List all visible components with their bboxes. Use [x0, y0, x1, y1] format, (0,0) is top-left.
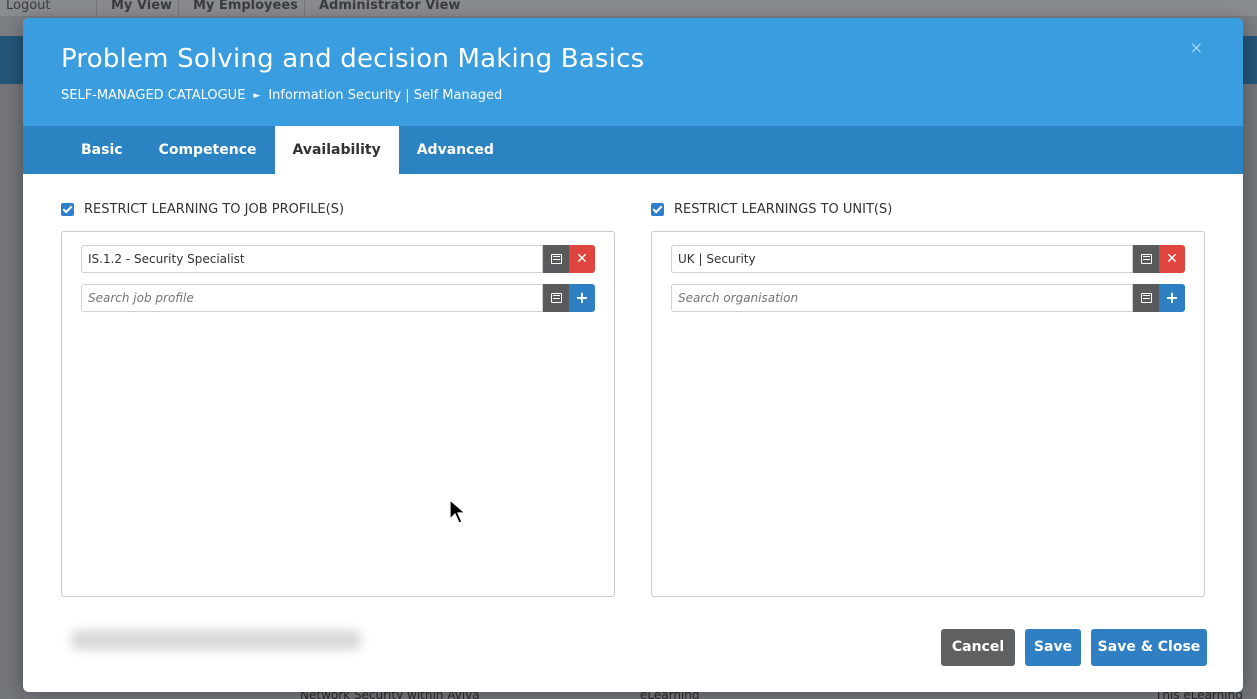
job-profile-section: RESTRICT LEARNING TO JOB PROFILE(S) IS.1…: [61, 202, 615, 597]
footer-buttons: Cancel Save Save & Close: [941, 629, 1207, 666]
remove-unit-button[interactable]: ✕: [1159, 245, 1185, 273]
tab-competence[interactable]: Competence: [141, 126, 275, 174]
unit-list-button[interactable]: [1133, 245, 1159, 273]
cancel-button[interactable]: Cancel: [941, 629, 1015, 666]
search-job-profile-row: +: [81, 284, 595, 312]
breadcrumb-separator-icon: ►: [253, 90, 261, 101]
restrict-job-profile-checkbox[interactable]: [61, 202, 74, 216]
save-button[interactable]: Save: [1025, 629, 1081, 666]
restrict-unit-label: RESTRICT LEARNINGS TO UNIT(S): [674, 201, 893, 217]
remove-job-profile-button[interactable]: ✕: [569, 245, 595, 273]
modal-header: Problem Solving and decision Making Basi…: [23, 18, 1243, 126]
restrict-unit-checkbox[interactable]: [651, 202, 664, 216]
footer-blurred-text: [71, 630, 361, 650]
breadcrumb-root[interactable]: SELF-MANAGED CATALOGUE: [61, 88, 245, 103]
save-and-close-button[interactable]: Save & Close: [1091, 629, 1207, 666]
job-profile-panel: IS.1.2 - Security Specialist ✕ +: [61, 231, 615, 597]
search-organisation-row: +: [671, 284, 1185, 312]
close-icon[interactable]: ×: [1190, 38, 1203, 57]
remove-icon: ✕: [1166, 251, 1178, 267]
list-icon: [1140, 293, 1152, 303]
restrict-job-profile-label: RESTRICT LEARNING TO JOB PROFILE(S): [84, 201, 345, 217]
mouse-cursor-icon: [449, 499, 467, 524]
plus-icon: +: [1165, 288, 1179, 307]
selected-job-profile-field: IS.1.2 - Security Specialist: [81, 245, 543, 273]
tab-basic[interactable]: Basic: [63, 126, 141, 174]
plus-icon: +: [575, 288, 589, 307]
selected-job-profile-row: IS.1.2 - Security Specialist ✕: [81, 245, 595, 273]
breadcrumb: SELF-MANAGED CATALOGUE ► Information Sec…: [61, 88, 1205, 103]
restrict-job-profile-row[interactable]: RESTRICT LEARNING TO JOB PROFILE(S): [61, 201, 615, 217]
background-tab-administrator-view: Administrator View: [304, 0, 474, 16]
add-organisation-button[interactable]: +: [1159, 284, 1185, 312]
list-icon: [550, 293, 562, 303]
selected-unit-field: UK | Security: [671, 245, 1133, 273]
organisation-browse-button[interactable]: [1133, 284, 1159, 312]
restrict-unit-row[interactable]: RESTRICT LEARNINGS TO UNIT(S): [651, 201, 1205, 217]
list-icon: [550, 254, 562, 264]
unit-section: RESTRICT LEARNINGS TO UNIT(S) UK | Secur…: [651, 202, 1205, 597]
background-tab-my-view: My View: [96, 0, 186, 16]
modal-tabs: Basic Competence Availability Advanced: [23, 126, 1243, 174]
selected-unit-row: UK | Security ✕: [671, 245, 1185, 273]
search-organisation-input[interactable]: [671, 284, 1133, 312]
job-profile-browse-button[interactable]: [543, 284, 569, 312]
modal-title: Problem Solving and decision Making Basi…: [61, 44, 645, 74]
unit-panel: UK | Security ✕ +: [651, 231, 1205, 597]
breadcrumb-current: Information Security | Self Managed: [268, 88, 503, 103]
remove-icon: ✕: [576, 251, 588, 267]
list-icon: [1140, 254, 1152, 264]
job-profile-list-button[interactable]: [543, 245, 569, 273]
background-tab-my-employees: My Employees: [178, 0, 312, 16]
tab-advanced[interactable]: Advanced: [399, 126, 512, 174]
add-job-profile-button[interactable]: +: [569, 284, 595, 312]
background-logout-link: Logout: [6, 0, 51, 13]
background-left-strip: [0, 84, 24, 699]
background-right-strip: [1242, 84, 1257, 699]
search-job-profile-input[interactable]: [81, 284, 543, 312]
tab-availability[interactable]: Availability: [274, 126, 399, 174]
